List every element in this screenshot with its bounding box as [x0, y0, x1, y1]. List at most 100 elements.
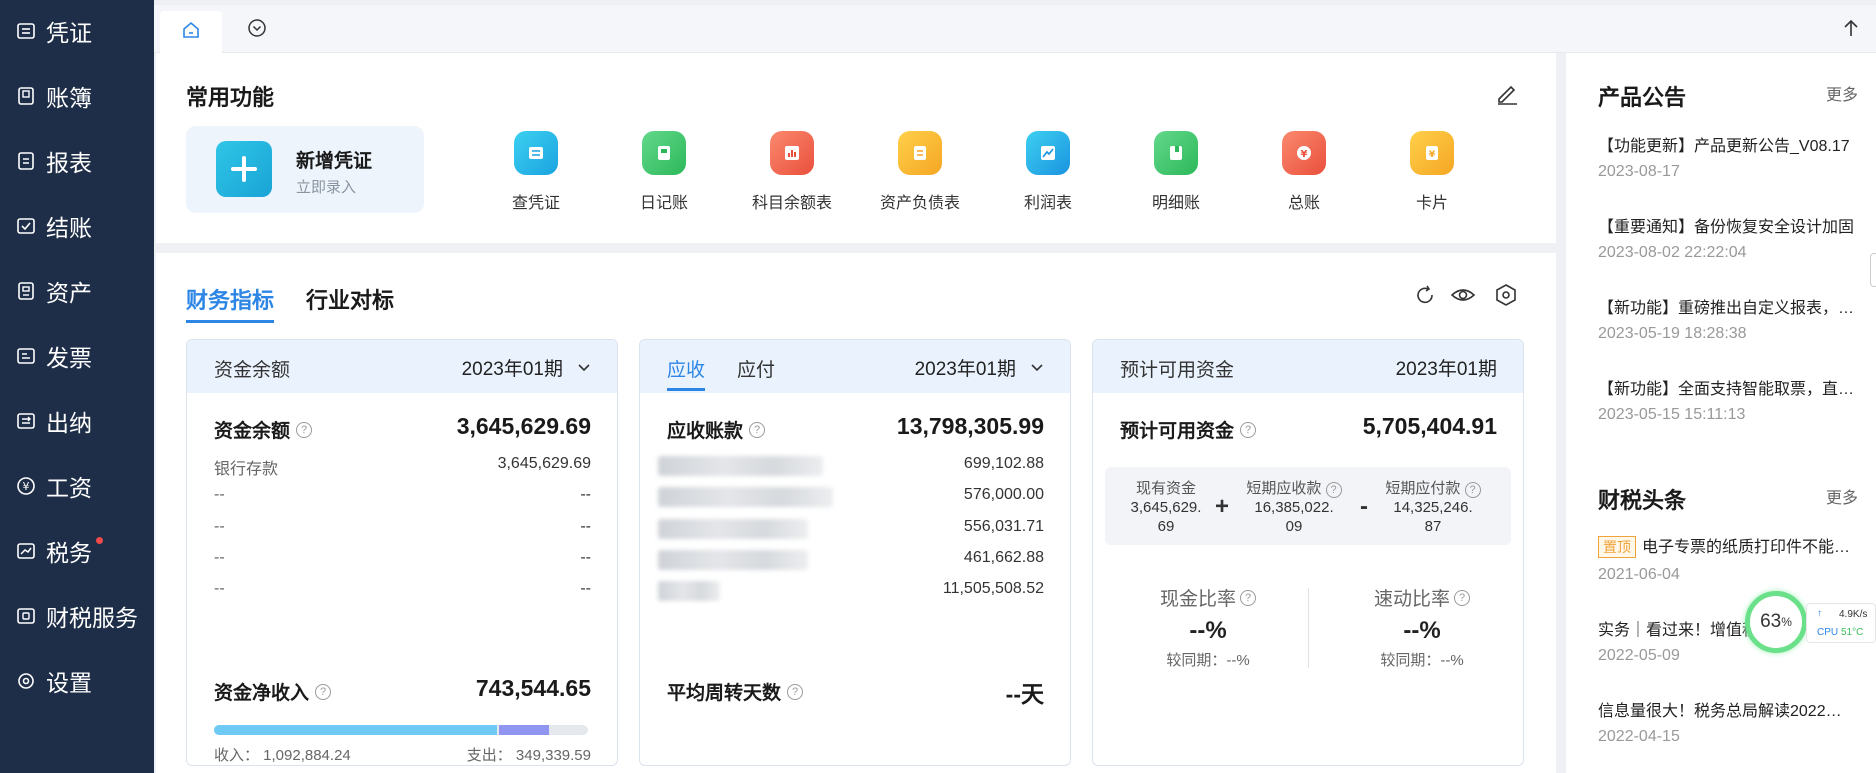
- cpu-label: CPU: [1817, 627, 1839, 638]
- short-payable-label: 短期应付款 ?: [1373, 477, 1493, 498]
- function-journal[interactable]: 日记账: [609, 131, 719, 213]
- section-title: 常用功能: [186, 85, 275, 110]
- announcement-date: 2023-05-19 18:28:38: [1598, 325, 1747, 342]
- new-voucher-button[interactable]: 新增凭证 立即录入: [186, 126, 424, 213]
- quick-ratio-compare: 较同期：--%: [1380, 652, 1464, 669]
- report-icon: [16, 151, 36, 171]
- svg-text:¥: ¥: [23, 480, 30, 493]
- announcement-item[interactable]: 【新功能】全面支持智能取票，直…: [1598, 375, 1876, 399]
- period-value: 2023年01期: [1395, 359, 1497, 380]
- tab-industry-benchmark[interactable]: 行业对标: [306, 283, 394, 315]
- scroll-top-button[interactable]: [1840, 19, 1862, 41]
- receivable-value: 13,798,305.99: [896, 413, 1044, 439]
- function-label: 明细账: [1151, 195, 1200, 212]
- tax-news-date: 2022-05-09: [1598, 647, 1680, 664]
- tab-financial-indicators[interactable]: 财务指标: [186, 283, 275, 323]
- cash-column: 现有资金 3,645,629. 69: [1123, 477, 1209, 536]
- function-card[interactable]: ¥ 卡片: [1377, 131, 1487, 213]
- side-drawer-handle[interactable]: [1870, 253, 1876, 287]
- tax-icon: [16, 541, 36, 561]
- announcement-item[interactable]: 【功能更新】产品更新公告_V08.17: [1598, 132, 1876, 156]
- sidebar-item-ledger[interactable]: 账簿: [0, 76, 154, 116]
- tax-news-more-link[interactable]: 更多: [1826, 484, 1858, 508]
- net-income-label: 资金净收入?: [214, 678, 332, 705]
- available-funds-label: 预计可用资金?: [1120, 416, 1257, 443]
- list-icon: [514, 131, 558, 175]
- row-label: --: [214, 580, 225, 597]
- eye-icon[interactable]: [1450, 283, 1476, 309]
- edit-icon[interactable]: [1494, 80, 1520, 106]
- announcement-item[interactable]: 【新功能】重磅推出自定义报表，…: [1598, 294, 1876, 318]
- help-icon[interactable]: ?: [749, 421, 766, 438]
- home-icon: [181, 20, 201, 45]
- tab-home[interactable]: [160, 11, 222, 53]
- cpu-temp: 51°C: [1841, 627, 1864, 638]
- sidebar-item-report[interactable]: 报表: [0, 141, 154, 181]
- period-select[interactable]: 2023年01期: [915, 354, 1044, 381]
- help-icon[interactable]: ?: [787, 683, 804, 700]
- tab-more-button[interactable]: [246, 18, 268, 41]
- help-icon[interactable]: ?: [1464, 482, 1481, 498]
- help-icon[interactable]: ?: [296, 421, 313, 438]
- sidebar-item-invoice[interactable]: 发票: [0, 336, 154, 376]
- row-value: 576,000.00: [963, 486, 1044, 503]
- sidebar-item-service[interactable]: 财税服务: [0, 596, 154, 636]
- sidebar-item-label: 税务: [46, 540, 92, 566]
- memory-gauge[interactable]: 63%: [1745, 591, 1807, 653]
- function-detail-ledger[interactable]: 明细账: [1121, 131, 1231, 213]
- card-icon: ¥: [1410, 131, 1454, 175]
- sidebar-item-asset[interactable]: 资产: [0, 271, 154, 311]
- refresh-icon[interactable]: [1413, 283, 1439, 309]
- sidebar-item-label: 资产: [46, 280, 92, 306]
- function-general-ledger[interactable]: ¥ 总账: [1249, 131, 1359, 213]
- sidebar-item-cashier[interactable]: 出纳: [0, 401, 154, 441]
- tab-payable[interactable]: 应付: [737, 355, 775, 382]
- plus-icon: [216, 141, 272, 197]
- help-icon[interactable]: ?: [315, 683, 332, 700]
- net-speed: 4.9K/s: [1839, 609, 1868, 620]
- tax-news-title: 财税头条: [1598, 488, 1687, 513]
- sidebar-item-settings[interactable]: 设置: [0, 661, 154, 701]
- settings-hex-icon[interactable]: [1494, 283, 1520, 309]
- help-icon[interactable]: ?: [1454, 589, 1470, 606]
- funds-balance-panel: 资金余额 2023年01期 资金余额? 3,645,629.69 银行存款 3,…: [186, 339, 618, 766]
- announcement-item[interactable]: 【重要通知】备份恢复安全设计加固: [1598, 213, 1876, 237]
- sidebar-item-tax[interactable]: 税务: [0, 531, 154, 571]
- quick-ratio: 速动比率? --% 较同期：--%: [1327, 584, 1517, 670]
- function-balance-sheet[interactable]: 资产负债表: [865, 131, 975, 213]
- blurred-customer-name: [658, 519, 808, 539]
- cash-ratio: 现金比率? --% 较同期：--%: [1113, 584, 1303, 670]
- income-expense-bar: [214, 725, 588, 735]
- function-income-statement[interactable]: 利润表: [993, 131, 1103, 213]
- sidebar-item-voucher[interactable]: 凭证: [0, 11, 154, 51]
- plus-operator: +: [1215, 493, 1230, 520]
- income-text: 收入： 1,092,884.24: [214, 747, 351, 764]
- row-value: --: [580, 580, 591, 597]
- sidebar-item-checkout[interactable]: 结账: [0, 206, 154, 246]
- turnover-days-label: 平均周转天数?: [667, 678, 804, 705]
- sidebar-item-salary[interactable]: ¥ 工资: [0, 466, 154, 506]
- period-value: 2023年01期: [914, 359, 1016, 380]
- help-icon[interactable]: ?: [1325, 482, 1342, 498]
- funds-balance-label: 资金余额?: [214, 416, 313, 443]
- announcement-date: 2023-08-02 22:22:04: [1598, 244, 1747, 261]
- announcements-more-link[interactable]: 更多: [1826, 81, 1858, 105]
- tab-receivable[interactable]: 应收: [667, 355, 705, 382]
- function-view-voucher[interactable]: 查凭证: [481, 131, 591, 213]
- tax-news-item[interactable]: 置顶 电子专票的纸质打印件不能…: [1598, 533, 1876, 558]
- row-label: --: [214, 549, 225, 566]
- tax-news-item[interactable]: 信息量很大！税务总局解读2022…: [1598, 697, 1876, 721]
- turnover-days-value: --天: [1005, 681, 1044, 707]
- short-receivable-line1: 16,385,022.: [1254, 499, 1334, 516]
- new-voucher-title: 新增凭证: [296, 151, 373, 172]
- quick-ratio-label: 速动比率?: [1327, 584, 1517, 611]
- tax-news-date: 2021-06-04: [1598, 566, 1680, 583]
- help-icon[interactable]: ?: [1240, 589, 1256, 606]
- period-select[interactable]: 2023年01期: [462, 354, 591, 381]
- system-monitor-widget[interactable]: ↑ 4.9K/s CPU 51°C: [1806, 603, 1876, 643]
- function-balance-sheet-account[interactable]: 科目余额表: [737, 131, 847, 213]
- help-icon[interactable]: ?: [1240, 421, 1257, 438]
- row-value: --: [580, 549, 591, 566]
- function-label: 资产负债表: [879, 195, 960, 212]
- function-label: 利润表: [1023, 195, 1072, 212]
